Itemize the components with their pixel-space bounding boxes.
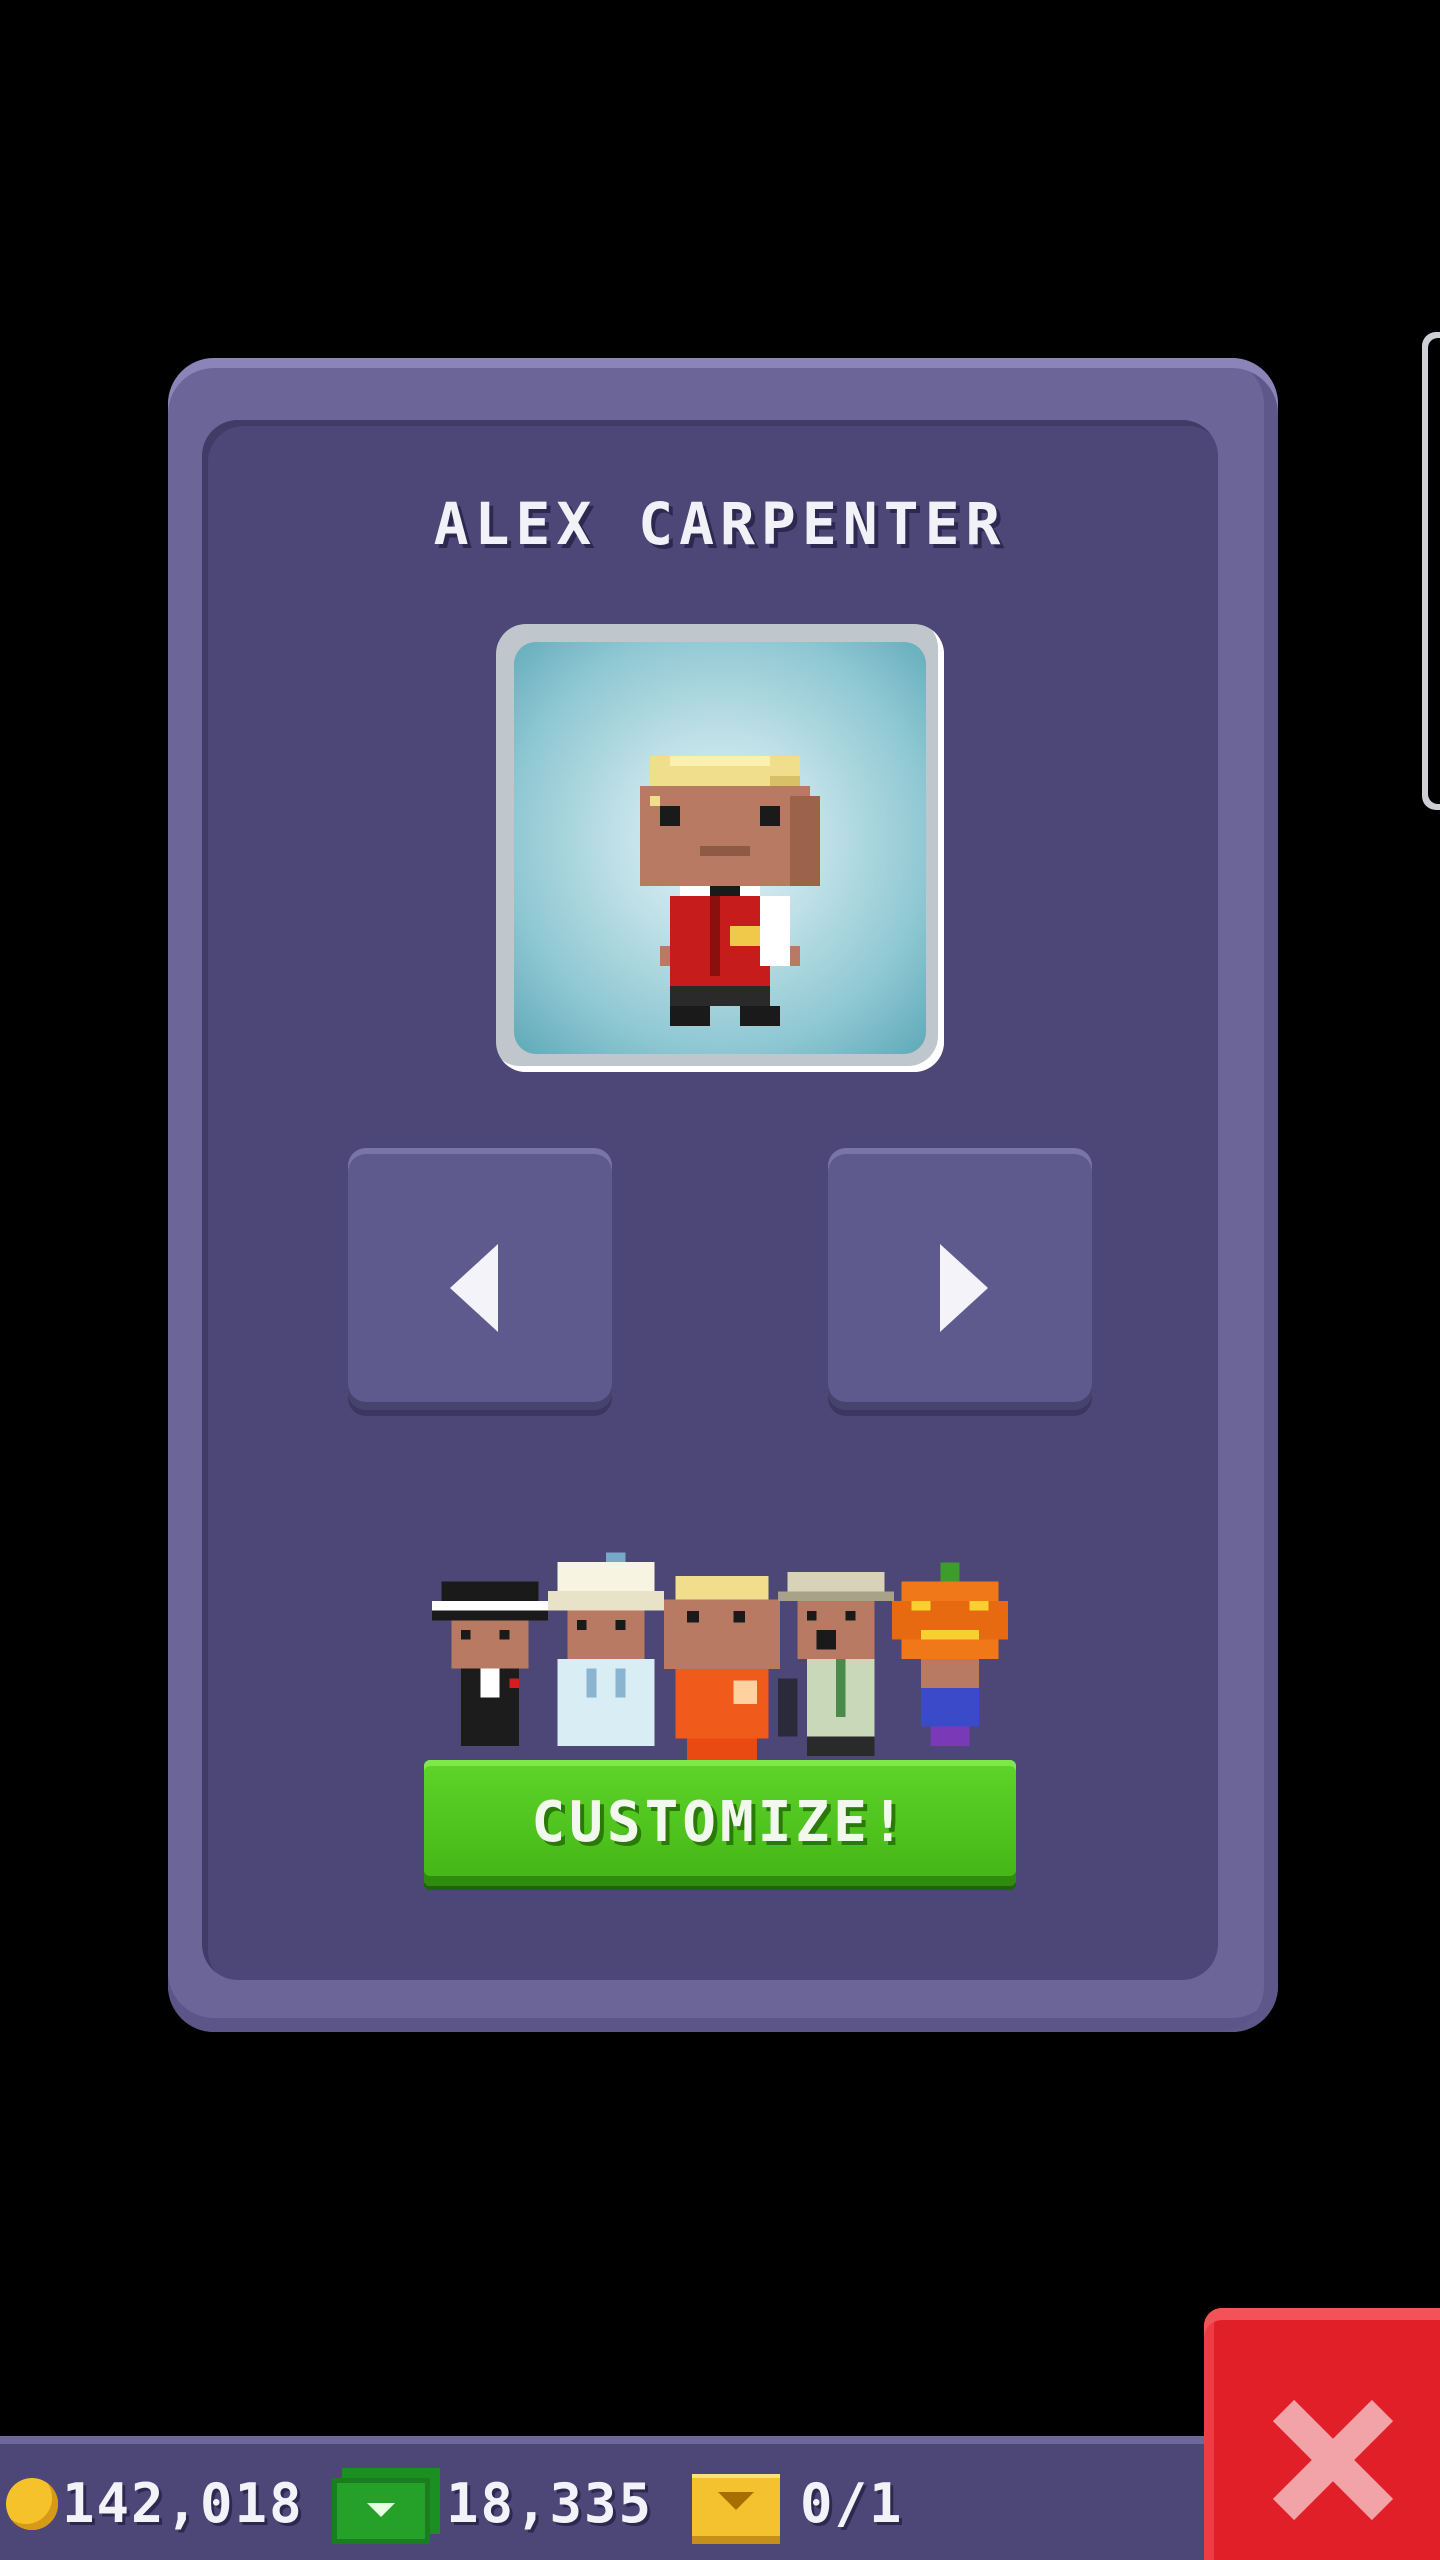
outfit-tuxedo-fedora-icon	[432, 1581, 548, 1746]
portrait-background	[514, 642, 926, 1054]
coin-icon	[6, 2478, 58, 2530]
outfit-orange-shirt-icon	[664, 1576, 780, 1762]
customize-button[interactable]: CUSTOMIZE!	[424, 1760, 1016, 1886]
close-icon	[1268, 2396, 1396, 2524]
arrow-left-icon	[450, 1244, 498, 1332]
close-button[interactable]	[1204, 2308, 1440, 2560]
customize-label: CUSTOMIZE!	[531, 1790, 909, 1855]
outfit-explorer-icon	[778, 1572, 894, 1756]
previous-character-button[interactable]	[348, 1148, 612, 1410]
next-character-button[interactable]	[828, 1148, 1092, 1410]
ticket-count: 0/1	[800, 2472, 904, 2535]
side-drawer-handle[interactable]	[1422, 332, 1440, 810]
character-portrait	[496, 624, 944, 1072]
character-sprite	[640, 756, 820, 1026]
coins-count: 142,018	[62, 2472, 304, 2535]
outfit-pumpkin-icon	[892, 1562, 1008, 1746]
outfit-preview-row	[428, 1552, 1008, 1762]
ticket-icon	[692, 2474, 780, 2544]
bux-count: 18,335	[446, 2472, 654, 2535]
character-name: ALEX CARPENTER	[433, 490, 1007, 558]
bux-icon	[332, 2478, 430, 2544]
arrow-right-icon	[940, 1244, 988, 1332]
game-screen: ALEX CARPENTER CUSTOMIZE! 142,018 18,335…	[0, 0, 1440, 2560]
outfit-chef-icon	[548, 1552, 664, 1746]
